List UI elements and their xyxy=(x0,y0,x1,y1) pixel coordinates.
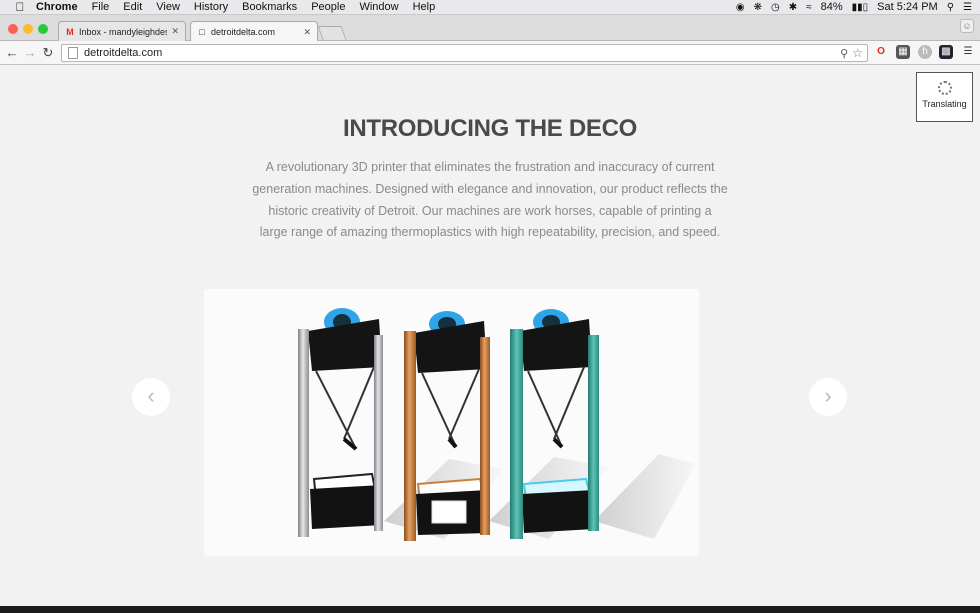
sync-icon[interactable]: ❋ xyxy=(754,0,762,15)
close-tab-icon[interactable]: ✕ xyxy=(171,26,179,37)
carousel-next-button[interactable]: › xyxy=(809,378,847,416)
menu-people[interactable]: People xyxy=(311,0,345,15)
menu-bar:  Chrome File Edit View History Bookmark… xyxy=(0,0,980,15)
zoom-window-button[interactable] xyxy=(38,24,48,34)
printer-copper xyxy=(404,311,490,541)
bluetooth-icon[interactable]: ✱ xyxy=(789,0,797,15)
zoom-icon[interactable]: ⚲ xyxy=(840,47,848,60)
description-line: historic creativity of Detroit. Our mach… xyxy=(268,203,712,218)
menu-bookmarks[interactable]: Bookmarks xyxy=(242,0,297,15)
new-tab-button[interactable] xyxy=(317,26,347,40)
tab-label: detroitdelta.com xyxy=(211,27,276,37)
page-icon: □ xyxy=(199,27,205,37)
battery-percent: 84% xyxy=(820,0,843,13)
menu-file[interactable]: File xyxy=(92,0,110,15)
tab-strip: M Inbox - mandyleighdesign ✕ □ detroitde… xyxy=(0,15,980,42)
creative-cloud-icon[interactable]: ◉ xyxy=(736,0,745,15)
window-controls xyxy=(8,24,53,34)
printers-image xyxy=(298,308,696,541)
menu-edit[interactable]: Edit xyxy=(123,0,142,15)
printer-silver xyxy=(298,308,383,537)
carousel-prev-button[interactable]: ‹ xyxy=(132,378,170,416)
forward-button[interactable]: → xyxy=(21,45,39,60)
wifi-icon[interactable]: ≈ xyxy=(806,0,812,15)
url-text[interactable]: detroitdelta.com xyxy=(84,47,840,59)
menu-clock[interactable]: Sat 5:24 PM xyxy=(877,0,938,15)
opera-extension-icon[interactable]: O xyxy=(874,45,888,59)
bookmark-star-icon[interactable]: ☆ xyxy=(852,46,863,60)
menu-history[interactable]: History xyxy=(194,0,228,15)
page-info-icon[interactable] xyxy=(68,47,78,59)
description-line: generation machines. Designed with elega… xyxy=(252,181,728,196)
tab-inbox[interactable]: M Inbox - mandyleighdesign ✕ xyxy=(58,21,186,41)
browser-toolbar: ← → ↻ detroitdelta.com ⚲ ☆ xyxy=(0,41,980,65)
carousel-slide[interactable] xyxy=(204,289,699,556)
menu-view[interactable]: View xyxy=(156,0,180,15)
honey-extension-icon[interactable]: h xyxy=(918,45,932,59)
spotlight-icon[interactable]: ⚲ xyxy=(947,0,954,15)
minimize-window-button[interactable] xyxy=(23,24,33,34)
close-window-button[interactable] xyxy=(8,24,18,34)
apple-icon[interactable]:  xyxy=(14,0,26,15)
translate-label: Translating xyxy=(922,99,967,109)
menu-help[interactable]: Help xyxy=(413,0,436,15)
hero-description: A revolutionary 3D printer that eliminat… xyxy=(245,157,735,244)
clock-status-icon[interactable]: ◷ xyxy=(771,0,780,15)
description-line: A revolutionary 3D printer that eliminat… xyxy=(265,160,715,174)
tab-label: Inbox - mandyleighdesign xyxy=(79,26,168,37)
notification-center-icon[interactable]: ☰ xyxy=(963,0,972,15)
address-bar[interactable]: detroitdelta.com ⚲ ☆ xyxy=(61,44,868,62)
battery-icon[interactable]: ▮▮▯ xyxy=(852,0,869,15)
reload-button[interactable]: ↻ xyxy=(39,45,57,61)
chrome-menu-icon[interactable]: ☰ xyxy=(961,45,975,59)
screenshot-extension-icon[interactable]: ▩ xyxy=(939,45,953,59)
gmail-icon: M xyxy=(66,26,74,37)
tab-detroitdelta[interactable]: □ detroitdelta.com ✕ xyxy=(190,21,318,42)
profile-icon[interactable]: ☺ xyxy=(960,19,974,33)
page-title: INTRODUCING THE DECO xyxy=(342,115,637,142)
printer-teal xyxy=(510,309,599,539)
printer-shadow xyxy=(594,454,696,539)
loading-spinner-icon xyxy=(937,81,952,95)
menu-app-name[interactable]: Chrome xyxy=(36,0,78,15)
back-button[interactable]: ← xyxy=(3,45,21,60)
page-content: Translating INTRODUCING THE DECO A revol… xyxy=(0,66,980,613)
close-tab-icon[interactable]: ✕ xyxy=(303,27,311,38)
film-extension-icon[interactable]: ▦ xyxy=(896,45,910,59)
dock-edge xyxy=(0,606,980,613)
description-line: large range of amazing thermoplastics wi… xyxy=(259,225,721,240)
menu-window[interactable]: Window xyxy=(359,0,398,15)
status-area: ◉ ❋ ◷ ✱ ≈ 84% ▮▮▯ Sat 5:24 PM ⚲ ☰ xyxy=(727,0,980,15)
